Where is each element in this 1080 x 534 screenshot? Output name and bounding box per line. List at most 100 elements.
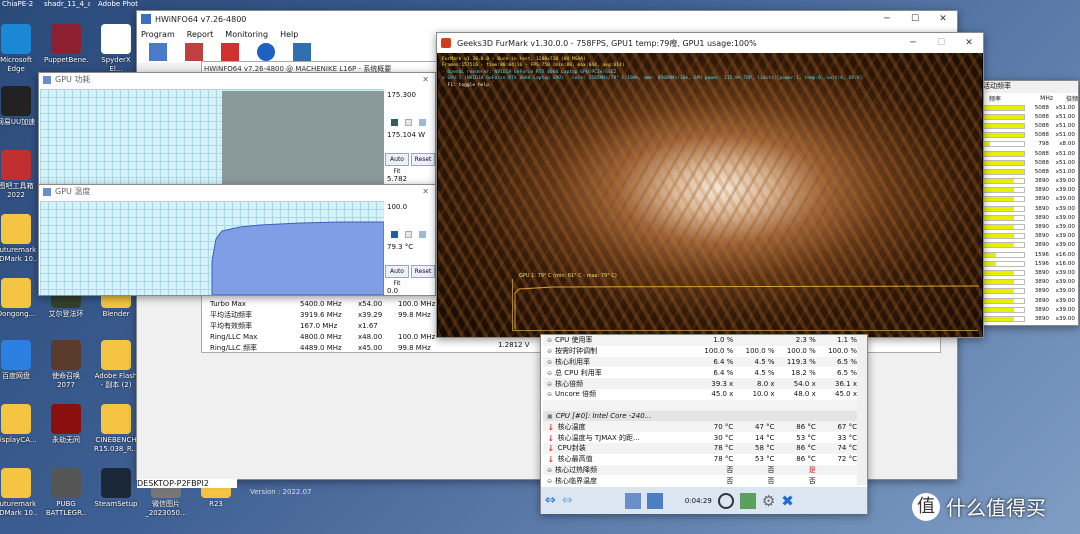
summary-cell: 4800.0 MHz [300, 332, 342, 341]
save-icon[interactable] [185, 43, 203, 61]
desktop-icon-label: Adobe Flash - 副本 (2) [94, 372, 138, 389]
freq-row: 3890 x39.00 [981, 241, 1078, 250]
hwinfo-titlebar[interactable]: HWiNFO64 v7.26-4800 ─ ☐ ✕ [137, 11, 957, 27]
freq-row: 3890 x39.00 [981, 278, 1078, 287]
frequency-panel[interactable]: 活动频率 频率 MHz 倍频 5088 x51.00 5088 x51.00 5088 x… [980, 80, 1079, 326]
minimize-button[interactable]: ─ [899, 38, 927, 48]
sensor-row[interactable]: ⊖ 按需时钟调制 100.0 % 100.0 % 100.0 % 100.0 % [543, 346, 857, 357]
summary-cell: Turbo Max [210, 299, 246, 308]
sensor-value: 86 °C [796, 455, 816, 464]
settings-icon[interactable]: ⚙ [762, 492, 775, 510]
sensor-row[interactable]: ⊖ Uncore 倍频 45.0 x 10.0 x 48.0 x 45.0 x [543, 389, 857, 400]
report-icon[interactable] [739, 492, 756, 509]
sensor-value: 是 [808, 465, 816, 474]
sensors-window[interactable]: ⊖ CPU 使用率 1.0 % 2.3 % 1.1 % ⊖ 按需时钟调制 100.0 % 100… [540, 334, 868, 514]
gpu-temp-titlebar[interactable]: GPU 温度 ✕ [39, 185, 435, 198]
desktop-icon[interactable]: 网易UU加速 [0, 86, 38, 127]
menu-help[interactable]: Help [280, 30, 298, 39]
report-icon[interactable] [221, 43, 239, 61]
summary-row: Turbo Max 5400.0 MHz x54.00 100.0 MHz [210, 298, 458, 309]
desktop-icon[interactable]: Dongong... [0, 278, 38, 319]
minus-circle-icon: ⊖ [547, 477, 553, 485]
freq-row: 5088 x51.00 [981, 121, 1078, 130]
network-icon[interactable] [624, 492, 641, 509]
arrows-collapse-icon[interactable]: ⇔ [562, 493, 573, 508]
desktop-icon[interactable]: CINEBENCH R15.038_R... [94, 404, 138, 454]
desktop-icon[interactable]: Adobe Flash - 副本 (2) [94, 340, 138, 390]
desktop-icon[interactable]: SpyderX El... [94, 24, 138, 74]
close-icon[interactable]: ✖ [781, 492, 794, 510]
freq-mhz: 3890 [1034, 315, 1049, 322]
desktop-icon[interactable]: PuppetBene... [44, 24, 88, 65]
sensor-row[interactable]: 🌡 核心温度与 TJMAX 的距... 30 °C 14 °C 53 °C 33 °C [543, 432, 857, 443]
desktop-icon[interactable]: 使命召唤 2077 [44, 340, 88, 390]
sensor-row[interactable]: ⊖ 总 CPU 利用率 6.4 % 4.5 % 18.2 % 6.5 % [543, 367, 857, 378]
furmark-window[interactable]: Geeks3D FurMark v1.30.0.0 - 758FPS, GPU1… [436, 32, 984, 338]
desktop-icon[interactable]: Microsoft Edge [0, 24, 38, 74]
monitor-icon[interactable] [646, 492, 663, 509]
sensor-row[interactable]: ⊖ 核心倍频 39.3 x 8.0 x 54.0 x 36.1 x [543, 378, 857, 389]
gpu-temp-window[interactable]: GPU 温度 ✕ 100.0 79.3 °C Auto Fit Reset 0.… [38, 184, 436, 296]
maximize-button[interactable]: ☐ [927, 38, 955, 48]
sensor-row[interactable]: 🌡 核心最高值 78 °C 53 °C 86 °C 72 °C [543, 454, 857, 465]
sensor-name: 🌡 CPU封装 [547, 444, 586, 453]
desktop-icon-label: 百度网盘 [2, 372, 30, 380]
sensor-row[interactable]: 🌡 CPU封装 78 °C 58 °C 86 °C 74 °C [543, 442, 857, 454]
sensor-row[interactable]: ⊖ 核心临界温度 否 否 否 [543, 475, 857, 486]
summary-cell: Ring/LLC 频率 [210, 343, 257, 352]
autofit-button[interactable]: Auto Fit [385, 265, 409, 287]
version-label: Version : 2022.07 [250, 488, 312, 496]
arrows-expand-icon[interactable]: ⇔ [545, 493, 556, 508]
desktop-icon[interactable]: Futuremark 3DMark 10.. [0, 468, 38, 518]
desktop-icon[interactable]: PUBG BATTLEGR.. [44, 468, 88, 518]
furmark-titlebar[interactable]: Geeks3D FurMark v1.30.0.0 - 758FPS, GPU1… [437, 33, 983, 53]
reset-button[interactable]: Reset [411, 153, 435, 166]
freq-mhz: 5088 [1034, 122, 1049, 129]
desktop-icon[interactable]: 百度网盘 [0, 340, 38, 381]
minimize-button[interactable]: ─ [873, 14, 901, 24]
sensors-icon[interactable] [293, 43, 311, 61]
summary-icon[interactable] [149, 43, 167, 61]
desktop-icon-label: Blender [102, 310, 130, 318]
gpu-power-window[interactable]: GPU 功耗 ✕ 175.300 175.104 W Auto Fit Rese… [38, 72, 436, 186]
gpu-power-titlebar[interactable]: GPU 功耗 ✕ [39, 73, 435, 86]
summary-row: Ring/LLC 频率 4489.0 MHz x45.00 99.8 MHz [210, 342, 458, 353]
desktop-icon[interactable]: displayCA... [0, 404, 38, 445]
menu-program[interactable]: Program [141, 30, 175, 39]
sensor-row[interactable] [543, 399, 857, 411]
close-button[interactable]: ✕ [955, 38, 983, 48]
desktop-icon[interactable]: 永劫无间 [44, 404, 88, 445]
close-icon[interactable]: ✕ [422, 187, 435, 196]
sensor-row[interactable]: ⊖ CPU 使用率 1.0 % 2.3 % 1.1 % [543, 335, 857, 346]
sensor-row[interactable]: 🌡 核心温度 70 °C 47 °C 86 °C 67 °C [543, 421, 857, 433]
sensor-row[interactable]: ▣ CPU [#0]: Intel Core -240... [543, 410, 857, 422]
close-icon[interactable]: ✕ [422, 75, 435, 84]
desktop-icon[interactable]: SteamSetup [94, 468, 138, 509]
autofit-button[interactable]: Auto Fit [385, 153, 409, 175]
clock-icon[interactable] [717, 492, 734, 509]
freq-bar [983, 288, 1025, 295]
thermometer-icon: 🌡 [547, 445, 555, 453]
sensors-scrollbar[interactable] [857, 335, 867, 485]
freq-ratio: x39.00 [1055, 196, 1075, 203]
freq-ratio: x51.00 [1055, 132, 1075, 139]
desktop-icon-label: Futuremark 3DMark 10.. [0, 500, 38, 517]
maximize-button[interactable]: ☐ [901, 14, 929, 24]
summary-cell: 4489.0 MHz [300, 343, 342, 352]
freq-ratio: x39.00 [1055, 288, 1075, 295]
menu-report[interactable]: Report [187, 30, 214, 39]
sensor-value: 45.0 x [835, 390, 857, 399]
desktop-icon[interactable]: 图吧工具箱 2022 [0, 150, 38, 200]
desktop-icon[interactable]: Futuremark 3DMark 10.. [0, 214, 38, 264]
info-icon[interactable] [257, 43, 275, 61]
desktop-icon-label: PUBG BATTLEGR.. [45, 500, 87, 517]
freq-ratio: x8.00 [1059, 141, 1075, 148]
sensor-row[interactable]: ⊖ 核心过热降频 否 否 是 [543, 464, 857, 476]
desktop-icon-label: 使命召唤 2077 [52, 372, 80, 389]
sensor-value: 86 °C [796, 422, 816, 431]
menu-monitoring[interactable]: Monitoring [225, 30, 268, 39]
close-button[interactable]: ✕ [929, 14, 957, 24]
reset-button[interactable]: Reset [411, 265, 435, 278]
sensor-row[interactable]: ⊖ 核心利用率 6.4 % 4.5 % 119.3 % 6.5 % [543, 356, 857, 368]
sensor-value: 100.0 % [786, 347, 816, 356]
